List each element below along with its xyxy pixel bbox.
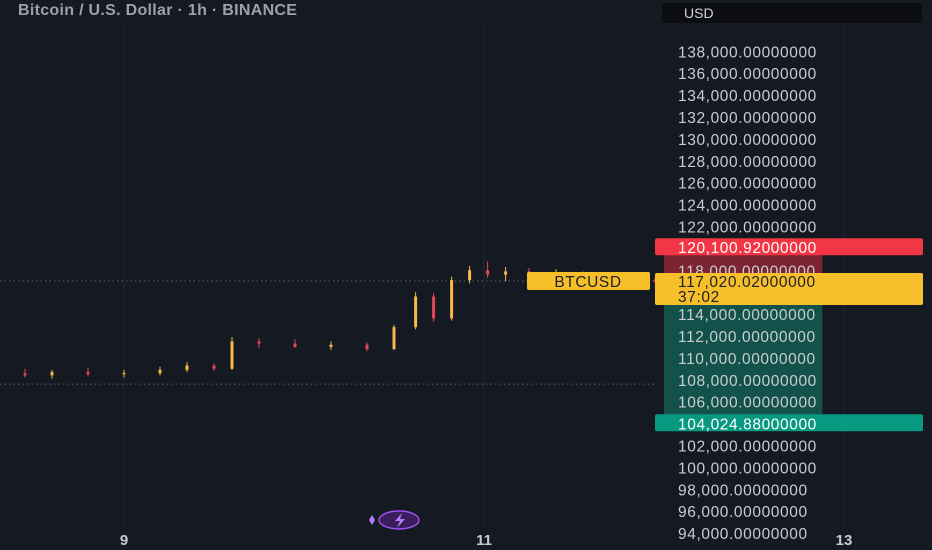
y-tick-label: 138,000.00000000 (678, 44, 817, 61)
y-tick-label: 98,000.00000000 (678, 482, 808, 499)
chart-stage: 138,000.00000000 136,000.00000000 134,000.… (0, 0, 932, 550)
x-tick-label: 13 (836, 532, 853, 549)
y-tick-label: 100,000.00000000 (678, 460, 817, 477)
sparkle-icon (369, 515, 375, 525)
candle-body (185, 365, 189, 370)
candle-body (212, 365, 216, 369)
target-price-tag: 104,024.88000000 (678, 416, 817, 433)
y-tick-label: 128,000.00000000 (678, 154, 817, 171)
candle-body (293, 343, 297, 347)
y-tick-label: 112,000.00000000 (678, 329, 816, 346)
y-tick-label: 132,000.00000000 (678, 110, 817, 127)
y-tick-label: 122,000.00000000 (678, 219, 817, 236)
y-tick-label: 102,000.00000000 (678, 438, 817, 455)
candle-body (414, 296, 418, 328)
candle-body (230, 341, 234, 369)
y-tick-label: 96,000.00000000 (678, 504, 808, 521)
candle-countdown: 37:02 (678, 289, 720, 306)
candle-body (86, 372, 90, 375)
chart-title: Bitcoin / U.S. Dollar · 1h · BINANCE (18, 2, 298, 19)
y-tick-label: 108,000.00000000 (678, 373, 817, 390)
candle-body (23, 373, 27, 376)
candle-body (122, 373, 126, 375)
candle-body (468, 270, 472, 281)
stop-price-tag: 120,100.92000000 (678, 240, 817, 257)
y-tick-label: 126,000.00000000 (678, 176, 817, 193)
y-tick-label: 130,000.00000000 (678, 132, 817, 149)
symbol-tag: BTCUSD (554, 274, 621, 291)
candle-body (365, 344, 369, 350)
chart-canvas[interactable]: 138,000.00000000 136,000.00000000 134,000.… (0, 0, 932, 550)
candle-body (432, 296, 436, 319)
candle-body (329, 344, 333, 347)
y-tick-label: 114,000.00000000 (678, 307, 816, 324)
x-tick-label: 9 (120, 532, 128, 549)
candle-body (486, 270, 490, 275)
candle-body (257, 341, 261, 344)
y-tick-label: 124,000.00000000 (678, 198, 817, 215)
candle-body (392, 327, 396, 350)
currency-selector[interactable]: USD (662, 3, 922, 23)
x-tick-label: 11 (476, 532, 492, 549)
candle-body (450, 280, 454, 319)
y-tick-label: 94,000.00000000 (678, 526, 808, 543)
y-tick-label: 134,000.00000000 (678, 88, 817, 105)
candle-body (50, 372, 54, 376)
y-tick-label: 110,000.00000000 (678, 351, 816, 368)
candle-body (504, 271, 508, 275)
candle-body (158, 369, 162, 374)
y-tick-label: 136,000.00000000 (678, 66, 817, 83)
y-tick-label: 106,000.00000000 (678, 395, 817, 412)
